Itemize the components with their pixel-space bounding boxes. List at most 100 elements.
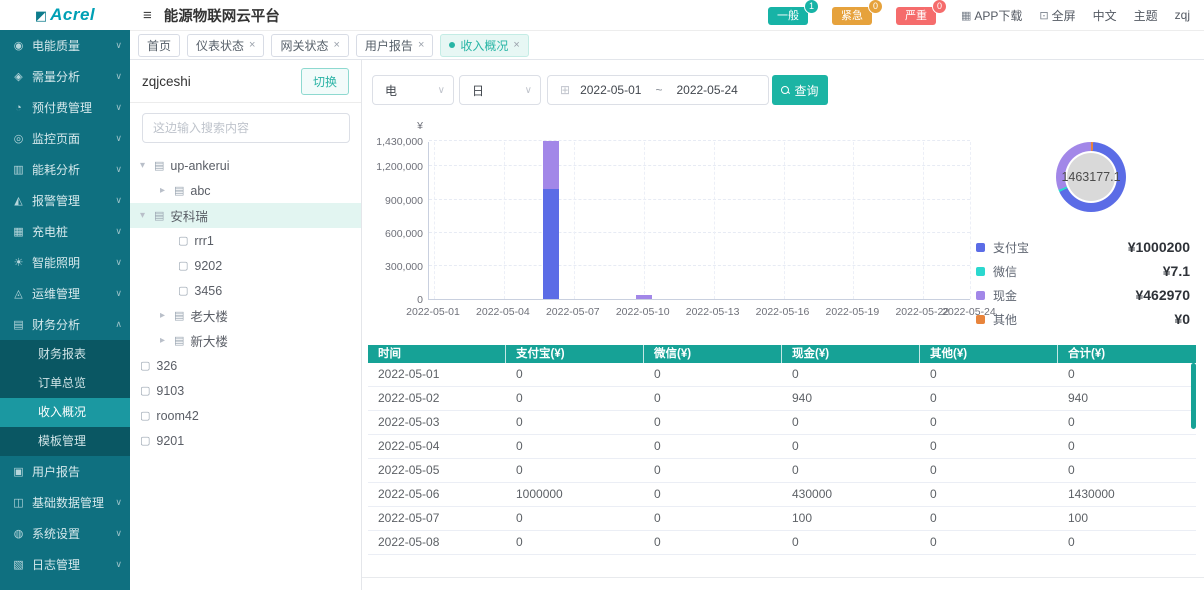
chevron-down-icon: ∨ xyxy=(115,102,122,113)
app-download-link[interactable]: ▦APP下载 xyxy=(961,7,1022,24)
sidebar-item-finance-analysis[interactable]: ▤财务分析∧ xyxy=(0,309,130,340)
sidebar-item-operation-maintenance[interactable]: ◬运维管理∨ xyxy=(0,278,130,309)
sidebar-item-label: 智能照明 xyxy=(32,254,80,271)
tree-node-9103[interactable]: ▢9103 xyxy=(130,378,361,403)
sidebar-item-log-management[interactable]: ▧日志管理∨ xyxy=(0,549,130,580)
table-scrollbar[interactable] xyxy=(1191,363,1196,429)
close-icon[interactable]: × xyxy=(333,39,339,51)
sidebar: ◩ Acrel ◉电能质量∨◈需量分析∨◔预付费管理∨◎监控页面∨▥能耗分析∨◭… xyxy=(0,0,130,590)
gridline xyxy=(429,232,970,233)
tree-node-安科瑞[interactable]: ▾▤安科瑞 xyxy=(130,203,361,228)
table-cell: 0 xyxy=(920,507,1058,530)
theme-switch[interactable]: 主题 xyxy=(1134,7,1158,24)
gridline xyxy=(429,199,970,200)
tree-node-rrr1[interactable]: ▢rrr1 xyxy=(130,228,361,253)
close-icon[interactable]: × xyxy=(418,39,424,51)
tree-node-老大楼[interactable]: ▸▤老大楼 xyxy=(130,303,361,328)
sidebar-subitem-order-overview[interactable]: 订单总览 xyxy=(0,369,130,398)
sidebar-subitem-finance-report[interactable]: 财务报表 xyxy=(0,340,130,369)
x-tick-label: 2022-05-16 xyxy=(748,306,818,318)
alarm-badge-critical[interactable]: 严重0 xyxy=(896,6,936,25)
alarm-badge-label: 紧急 xyxy=(832,7,872,25)
sidebar-item-smart-lighting[interactable]: ☀智能照明∨ xyxy=(0,247,130,278)
legend-item-支付宝[interactable]: 支付宝¥1000200 xyxy=(976,235,1190,259)
switch-project-button[interactable]: 切换 xyxy=(301,68,349,95)
table-cell: 0 xyxy=(920,531,1058,554)
close-icon[interactable]: × xyxy=(513,39,519,51)
alarm-badge-general[interactable]: 一般1 xyxy=(768,6,808,25)
table-cell: 0 xyxy=(644,507,782,530)
tree-node-新大楼[interactable]: ▸▤新大楼 xyxy=(130,328,361,353)
calendar-icon: ⊞ xyxy=(560,83,570,97)
chevron-right-icon[interactable]: ▸ xyxy=(160,335,172,346)
fullscreen-link[interactable]: ⊡全屏 xyxy=(1039,7,1075,24)
gridline xyxy=(429,165,970,166)
sidebar-item-user-report[interactable]: ▣用户报告 xyxy=(0,456,130,487)
tree-node-room42[interactable]: ▢room42 xyxy=(130,403,361,428)
tree-node-326[interactable]: ▢326 xyxy=(130,353,361,378)
sidebar-item-alarm-management[interactable]: ◭报警管理∨ xyxy=(0,185,130,216)
sidebar-subitem-template-management[interactable]: 模板管理 xyxy=(0,427,130,456)
query-button[interactable]: 查询 xyxy=(772,75,828,105)
legend-item-微信[interactable]: 微信¥7.1 xyxy=(976,259,1190,283)
legend-item-其他[interactable]: 其他¥0 xyxy=(976,307,1190,331)
gridline xyxy=(434,142,435,299)
date-range-picker[interactable]: ⊞ 2022-05-01 ~ 2022-05-24 xyxy=(547,75,769,105)
tab-meter-status[interactable]: 仪表状态× xyxy=(187,34,264,57)
collapse-menu-icon[interactable]: ≡ xyxy=(143,7,152,24)
legend-value: ¥7.1 xyxy=(1163,263,1190,279)
table-cell: 0 xyxy=(782,459,920,482)
tree-node-3456[interactable]: ▢3456 xyxy=(130,278,361,303)
tree-node-9202[interactable]: ▢9202 xyxy=(130,253,361,278)
basic-data-icon: ◫ xyxy=(11,496,26,509)
sidebar-item-basic-data-management[interactable]: ◫基础数据管理∨ xyxy=(0,487,130,518)
date-start-value: 2022-05-01 xyxy=(580,83,641,97)
table-cell: 0 xyxy=(644,363,782,386)
table-row: 2022-05-07001000100 xyxy=(368,507,1196,531)
tree-search-input[interactable] xyxy=(142,113,350,143)
chevron-down-icon[interactable]: ▾ xyxy=(140,210,152,221)
tab-income-overview[interactable]: 收入概况× xyxy=(440,34,528,57)
chevron-down-icon[interactable]: ▾ xyxy=(140,160,152,171)
energy-type-select[interactable]: 电 ∨ xyxy=(372,75,454,105)
fullscreen-label: 全屏 xyxy=(1052,7,1076,24)
sidebar-item-energy-consumption-analysis[interactable]: ▥能耗分析∨ xyxy=(0,154,130,185)
stacked-bar xyxy=(636,141,652,299)
tree-node-9201[interactable]: ▢9201 xyxy=(130,428,361,453)
table-cell: 2022-05-05 xyxy=(368,459,506,482)
legend-label: 其他 xyxy=(993,311,1017,328)
tab-home[interactable]: 首页 xyxy=(138,34,180,57)
log-management-icon: ▧ xyxy=(11,558,26,571)
chevron-right-icon[interactable]: ▸ xyxy=(160,310,172,321)
sidebar-item-power-quality[interactable]: ◉电能质量∨ xyxy=(0,30,130,61)
energy-type-value: 电 xyxy=(385,82,397,99)
table-cell: 0 xyxy=(920,363,1058,386)
table-row: 2022-05-0100000 xyxy=(368,363,1196,387)
language-switch[interactable]: 中文 xyxy=(1093,7,1117,24)
table-cell: 0 xyxy=(920,411,1058,434)
sidebar-item-demand-analysis[interactable]: ◈需量分析∨ xyxy=(0,61,130,92)
table-cell: 0 xyxy=(506,435,644,458)
user-menu[interactable]: zqj xyxy=(1175,8,1190,22)
sidebar-item-charging-pile[interactable]: ▦充电桩∨ xyxy=(0,216,130,247)
close-icon[interactable]: × xyxy=(249,39,255,51)
search-icon xyxy=(781,86,790,95)
tab-user-report[interactable]: 用户报告× xyxy=(356,34,433,57)
tree-node-up-ankerui[interactable]: ▾▤up-ankerui xyxy=(130,153,361,178)
legend-item-现金[interactable]: 现金¥462970 xyxy=(976,283,1190,307)
sidebar-item-monitoring-page[interactable]: ◎监控页面∨ xyxy=(0,123,130,154)
sidebar-item-system-settings[interactable]: ◍系统设置∨ xyxy=(0,518,130,549)
sidebar-subitem-income-overview[interactable]: 收入概况 xyxy=(0,398,130,427)
table-cell: 0 xyxy=(782,435,920,458)
table-cell: 940 xyxy=(1058,387,1196,410)
x-tick-label: 2022-05-07 xyxy=(538,306,608,318)
alarm-badge-urgent[interactable]: 紧急0 xyxy=(832,6,872,25)
table-cell: 2022-05-04 xyxy=(368,435,506,458)
chevron-right-icon[interactable]: ▸ xyxy=(160,185,172,196)
bottom-divider xyxy=(362,577,1204,578)
period-select[interactable]: 日 ∨ xyxy=(459,75,541,105)
sidebar-item-prepaid-management[interactable]: ◔预付费管理∨ xyxy=(0,92,130,123)
tab-gateway-status[interactable]: 网关状态× xyxy=(271,34,348,57)
tree-node-abc[interactable]: ▸▤abc xyxy=(130,178,361,203)
demand-analysis-icon: ◈ xyxy=(11,70,26,83)
